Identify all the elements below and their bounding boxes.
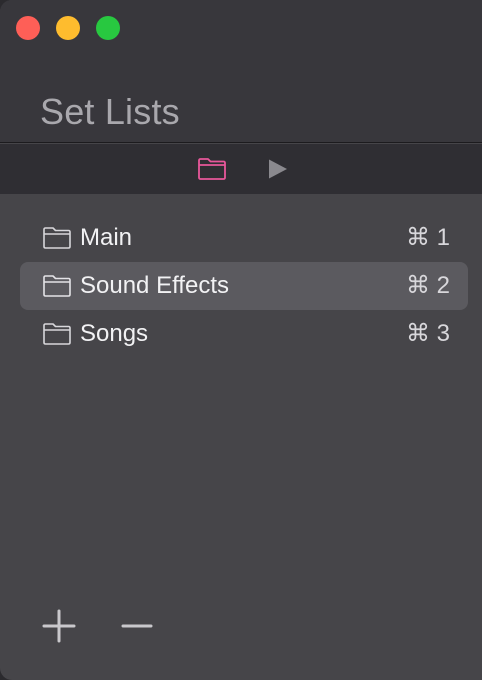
folder-icon <box>43 275 71 297</box>
add-set-list-button[interactable] <box>39 606 79 646</box>
minimize-window-button[interactable] <box>56 16 80 40</box>
list-item-label: Main <box>80 224 133 251</box>
keyboard-shortcut: ⌘ 3 <box>405 320 450 347</box>
keyboard-shortcut: ⌘ 1 <box>405 224 450 251</box>
list-item[interactable]: Songs ⌘ 3 <box>20 310 468 358</box>
folder-icon <box>43 227 71 249</box>
title-bar: Set Lists <box>0 0 482 143</box>
toolbar <box>0 144 482 194</box>
folder-icon <box>198 158 226 180</box>
page-title: Set Lists <box>40 91 180 132</box>
play-icon <box>269 159 287 179</box>
list-item-selected[interactable]: Sound Effects ⌘ 2 <box>20 262 468 310</box>
list-item-label: Sound Effects <box>80 272 229 299</box>
zoom-window-button[interactable] <box>96 16 120 40</box>
list-item[interactable]: Main ⌘ 1 <box>20 214 468 262</box>
folder-view-button[interactable] <box>196 156 228 182</box>
set-list: Main ⌘ 1 Sound Effects ⌘ 2 Songs ⌘ 3 <box>20 214 468 358</box>
play-view-button[interactable] <box>262 156 294 182</box>
set-lists-window: Set Lists Main ⌘ 1 Sound Effects ⌘ 2 Son… <box>0 0 482 680</box>
close-window-button[interactable] <box>16 16 40 40</box>
keyboard-shortcut: ⌘ 2 <box>405 272 450 299</box>
folder-icon <box>43 323 71 345</box>
list-item-label: Songs <box>80 320 149 347</box>
remove-set-list-button[interactable] <box>117 606 157 646</box>
plus-icon <box>42 609 76 643</box>
minus-icon <box>121 624 153 628</box>
